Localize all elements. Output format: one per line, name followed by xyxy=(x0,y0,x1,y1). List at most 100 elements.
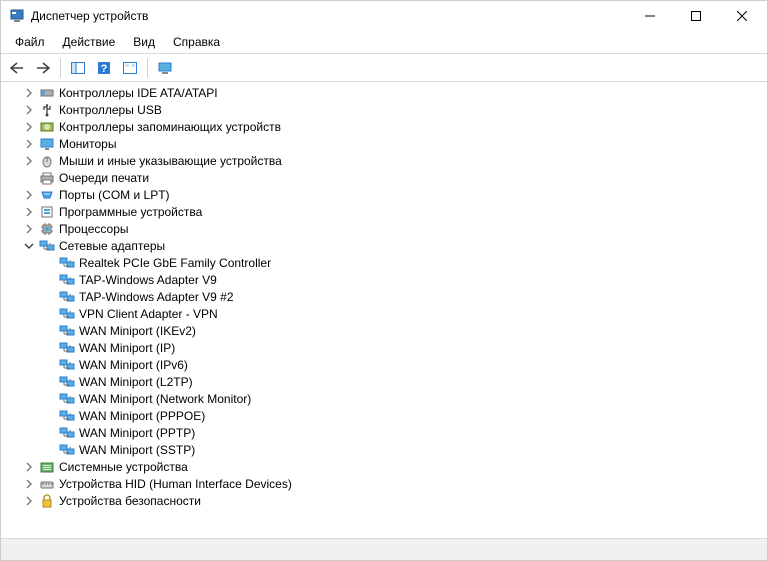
tree-category-label: Устройства безопасности xyxy=(59,494,201,508)
menubar: Файл Действие Вид Справка xyxy=(1,31,767,54)
toolbar-separator xyxy=(60,58,61,78)
tree-device-label: TAP-Windows Adapter V9 xyxy=(79,273,217,287)
usb-icon xyxy=(39,102,55,118)
help-button[interactable]: ? xyxy=(92,57,116,79)
tree-category[interactable]: Контроллеры запоминающих устройств xyxy=(3,118,765,135)
menu-action[interactable]: Действие xyxy=(55,33,124,51)
tree-device[interactable]: WAN Miniport (PPTP) xyxy=(3,424,765,441)
network-icon xyxy=(39,238,55,254)
tree-category[interactable]: Порты (COM и LPT) xyxy=(3,186,765,203)
tree-device[interactable]: WAN Miniport (IPv6) xyxy=(3,356,765,373)
app-icon xyxy=(9,8,25,24)
tree-device[interactable]: TAP-Windows Adapter V9 xyxy=(3,271,765,288)
port-icon xyxy=(39,187,55,203)
computer-icon-button[interactable] xyxy=(153,57,177,79)
network-icon xyxy=(59,289,75,305)
network-icon xyxy=(59,357,75,373)
chevron-right-icon[interactable] xyxy=(21,187,37,203)
tree-device[interactable]: WAN Miniport (IP) xyxy=(3,339,765,356)
tree-category[interactable]: Программные устройства xyxy=(3,203,765,220)
scan-hardware-button[interactable] xyxy=(118,57,142,79)
tree-category-label: Программные устройства xyxy=(59,205,202,219)
cpu-icon xyxy=(39,221,55,237)
tree-device[interactable]: Realtek PCIe GbE Family Controller xyxy=(3,254,765,271)
tree-device-label: VPN Client Adapter - VPN xyxy=(79,307,218,321)
tree-category-label: Мониторы xyxy=(59,137,116,151)
tree-category[interactable]: Контроллеры USB xyxy=(3,101,765,118)
menu-view[interactable]: Вид xyxy=(125,33,163,51)
tree-device-label: WAN Miniport (PPPOE) xyxy=(79,409,205,423)
printer-icon xyxy=(39,170,55,186)
network-icon xyxy=(59,408,75,424)
network-icon xyxy=(59,255,75,271)
monitor-icon xyxy=(39,136,55,152)
tree-category-label: Мыши и иные указывающие устройства xyxy=(59,154,282,168)
chevron-right-icon[interactable] xyxy=(21,153,37,169)
tree-category-label: Очереди печати xyxy=(59,171,149,185)
tree-category[interactable]: Мыши и иные указывающие устройства xyxy=(3,152,765,169)
chevron-right-icon[interactable] xyxy=(21,136,37,152)
tree-device[interactable]: WAN Miniport (SSTP) xyxy=(3,441,765,458)
tree-device-label: WAN Miniport (IKEv2) xyxy=(79,324,196,338)
tree-category-label: Контроллеры USB xyxy=(59,103,162,117)
statusbar xyxy=(1,538,767,560)
mouse-icon xyxy=(39,153,55,169)
tree-device[interactable]: TAP-Windows Adapter V9 #2 xyxy=(3,288,765,305)
close-button[interactable] xyxy=(719,1,765,31)
chevron-right-icon[interactable] xyxy=(21,170,37,186)
network-icon xyxy=(59,306,75,322)
tree-category[interactable]: Системные устройства xyxy=(3,458,765,475)
chevron-down-icon[interactable] xyxy=(21,238,37,254)
software-icon xyxy=(39,204,55,220)
tree-category-label: Порты (COM и LPT) xyxy=(59,188,170,202)
chevron-right-icon[interactable] xyxy=(21,493,37,509)
tree-device-label: WAN Miniport (IPv6) xyxy=(79,358,188,372)
tree-category-label: Устройства HID (Human Interface Devices) xyxy=(59,477,292,491)
menu-file[interactable]: Файл xyxy=(7,33,53,51)
titlebar: Диспетчер устройств xyxy=(1,1,767,31)
window-title: Диспетчер устройств xyxy=(31,9,627,23)
tree-device[interactable]: WAN Miniport (Network Monitor) xyxy=(3,390,765,407)
tree-device[interactable]: WAN Miniport (IKEv2) xyxy=(3,322,765,339)
tree-category[interactable]: Мониторы xyxy=(3,135,765,152)
chevron-right-icon[interactable] xyxy=(21,119,37,135)
network-icon xyxy=(59,340,75,356)
tree-device[interactable]: WAN Miniport (PPPOE) xyxy=(3,407,765,424)
tree-category-label: Контроллеры запоминающих устройств xyxy=(59,120,281,134)
chevron-right-icon[interactable] xyxy=(21,204,37,220)
tree-device[interactable]: WAN Miniport (L2TP) xyxy=(3,373,765,390)
tree-device-label: WAN Miniport (PPTP) xyxy=(79,426,195,440)
toolbar-separator xyxy=(147,58,148,78)
forward-button[interactable] xyxy=(31,57,55,79)
storage-icon xyxy=(39,119,55,135)
tree-category[interactable]: Процессоры xyxy=(3,220,765,237)
show-hide-console-tree-button[interactable] xyxy=(66,57,90,79)
network-icon xyxy=(59,425,75,441)
tree-category[interactable]: Устройства безопасности xyxy=(3,492,765,509)
chevron-right-icon[interactable] xyxy=(21,102,37,118)
minimize-button[interactable] xyxy=(627,1,673,31)
chevron-right-icon[interactable] xyxy=(21,476,37,492)
maximize-button[interactable] xyxy=(673,1,719,31)
tree-category[interactable]: Сетевые адаптеры xyxy=(3,237,765,254)
chevron-right-icon[interactable] xyxy=(21,459,37,475)
tree-category-label: Системные устройства xyxy=(59,460,188,474)
security-icon xyxy=(39,493,55,509)
chevron-right-icon[interactable] xyxy=(21,85,37,101)
window-controls xyxy=(627,1,765,31)
tree-view[interactable]: Контроллеры IDE ATA/ATAPI Контроллеры USB… xyxy=(1,82,767,538)
tree-category[interactable]: Устройства HID (Human Interface Devices) xyxy=(3,475,765,492)
system-icon xyxy=(39,459,55,475)
hid-icon xyxy=(39,476,55,492)
tree-device[interactable]: VPN Client Adapter - VPN xyxy=(3,305,765,322)
tree-device-label: TAP-Windows Adapter V9 #2 xyxy=(79,290,234,304)
back-button[interactable] xyxy=(5,57,29,79)
tree-category[interactable]: Очереди печати xyxy=(3,169,765,186)
tree-category[interactable]: Контроллеры IDE ATA/ATAPI xyxy=(3,84,765,101)
ide-icon xyxy=(39,85,55,101)
menu-help[interactable]: Справка xyxy=(165,33,228,51)
tree-category-label: Сетевые адаптеры xyxy=(59,239,165,253)
network-icon xyxy=(59,391,75,407)
chevron-right-icon[interactable] xyxy=(21,221,37,237)
tree-device-label: WAN Miniport (L2TP) xyxy=(79,375,193,389)
